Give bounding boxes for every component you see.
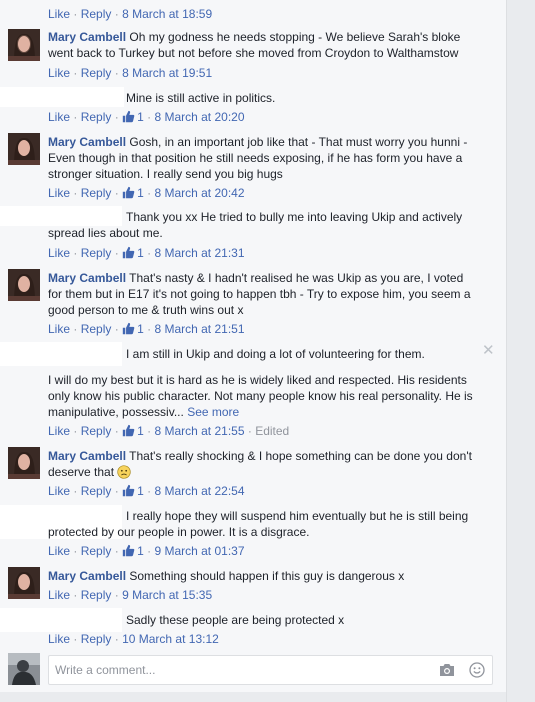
comment-timestamp[interactable]: 8 March at 21:55 — [154, 424, 244, 438]
scrollbar[interactable] — [506, 0, 535, 702]
comment-body: Mary Cambell That's really shocking & I … — [48, 449, 472, 479]
thumbs-up-icon — [122, 424, 135, 437]
like-link[interactable]: Like — [48, 632, 70, 646]
comment-body: Mary Cambell Something should happen if … — [48, 569, 405, 583]
thumbs-up-icon — [122, 544, 135, 557]
redacted-author — [0, 206, 122, 226]
like-count[interactable]: 1 — [122, 424, 144, 438]
comment-body: Sadly these people are being protected x — [126, 613, 345, 627]
comments-panel: Like · Reply · 8 March at 18:59 Mary Cam… — [0, 0, 506, 702]
comment-composer — [48, 655, 493, 685]
avatar[interactable] — [8, 133, 40, 165]
reply-link[interactable]: Reply — [81, 544, 112, 558]
like-link[interactable]: Like — [48, 110, 70, 124]
comment-actions: Like · Reply · 1 · 8 March at 22:54 — [48, 484, 245, 498]
comment-timestamp[interactable]: 8 March at 18:59 — [122, 7, 212, 21]
comment-actions: Like · Reply · 8 March at 18:59 — [48, 7, 213, 21]
comment-actions: Like · Reply · 9 March at 15:35 — [48, 588, 213, 602]
comment-actions: Like · Reply · 1 · 9 March at 01:37 — [48, 544, 245, 558]
comment-input[interactable] — [55, 656, 425, 684]
comment-body: I am still in Ukip and doing a lot of vo… — [126, 347, 425, 361]
panel-bottom-edge — [0, 692, 506, 702]
comment-body: Mary Cambell Oh my godness he needs stop… — [48, 30, 461, 60]
like-count[interactable]: 1 — [122, 246, 144, 260]
redacted-author — [0, 608, 122, 632]
reply-link[interactable]: Reply — [81, 246, 112, 260]
reply-link[interactable]: Reply — [81, 322, 112, 336]
comment-body: Mary Cambell That's nasty & I hadn't rea… — [48, 271, 471, 317]
like-link[interactable]: Like — [48, 544, 70, 558]
comment-author[interactable]: Mary Cambell — [48, 271, 126, 285]
comment-author[interactable]: Mary Cambell — [48, 569, 126, 583]
like-link[interactable]: Like — [48, 322, 70, 336]
comment-actions: Like · Reply · 1 · 8 March at 20:20 — [48, 110, 245, 124]
comment-timestamp[interactable]: 8 March at 20:42 — [154, 186, 244, 200]
comment-body: Mary Cambell Gosh, in an important job l… — [48, 135, 468, 181]
reply-link[interactable]: Reply — [81, 632, 112, 646]
comment-actions: Like · Reply · 1 · 8 March at 20:42 — [48, 186, 245, 200]
like-count[interactable]: 1 — [122, 484, 144, 498]
like-count[interactable]: 1 — [122, 544, 144, 558]
comment-actions: Like · Reply · 10 March at 13:12 — [48, 632, 219, 646]
reply-link[interactable]: Reply — [81, 484, 112, 498]
redacted-author — [0, 87, 124, 107]
like-count[interactable]: 1 — [122, 186, 144, 200]
like-link[interactable]: Like — [48, 66, 70, 80]
comment-author[interactable]: Mary Cambell — [48, 30, 126, 44]
avatar[interactable] — [8, 29, 40, 61]
comment-timestamp[interactable]: 8 March at 21:31 — [154, 246, 244, 260]
emoji-icon[interactable] — [469, 662, 485, 678]
comment-actions: Like · Reply · 1 · 8 March at 21:55 · Ed… — [48, 424, 290, 438]
reply-link[interactable]: Reply — [81, 424, 112, 438]
like-count[interactable]: 1 — [122, 110, 144, 124]
like-link[interactable]: Like — [48, 588, 70, 602]
reply-link[interactable]: Reply — [81, 588, 112, 602]
comment-timestamp[interactable]: 9 March at 15:35 — [122, 588, 212, 602]
comment-actions: Like · Reply · 1 · 8 March at 21:51 — [48, 322, 245, 336]
current-user-avatar[interactable] — [8, 653, 40, 685]
avatar[interactable] — [8, 269, 40, 301]
comment-author[interactable]: Mary Cambell — [48, 135, 126, 149]
comment-body: I really hope they will suspend him even… — [126, 509, 469, 523]
like-link[interactable]: Like — [48, 484, 70, 498]
comment-author[interactable]: Mary Cambell — [48, 449, 126, 463]
comment-body: Thank you xx He tried to bully me into l… — [126, 210, 463, 224]
reply-link[interactable]: Reply — [81, 186, 112, 200]
reply-link[interactable]: Reply — [81, 66, 112, 80]
like-link[interactable]: Like — [48, 424, 70, 438]
like-count[interactable]: 1 — [122, 322, 144, 336]
comment-actions: Like · Reply · 8 March at 19:51 — [48, 66, 213, 80]
comment-body-continued: protected by our people in power. It is … — [48, 525, 310, 539]
avatar[interactable] — [8, 567, 40, 599]
comment-timestamp[interactable]: 10 March at 13:12 — [122, 632, 219, 646]
thumbs-up-icon — [122, 186, 135, 199]
comment-timestamp[interactable]: 8 March at 21:51 — [154, 322, 244, 336]
redacted-author — [0, 342, 122, 366]
thumbs-up-icon — [122, 246, 135, 259]
close-icon[interactable]: ✕ — [482, 343, 495, 358]
like-link[interactable]: Like — [48, 7, 70, 21]
comment-timestamp[interactable]: 8 March at 22:54 — [154, 484, 244, 498]
thumbs-up-icon — [122, 110, 135, 123]
comment-actions: Like · Reply · 1 · 8 March at 21:31 — [48, 246, 245, 260]
thumbs-up-icon — [122, 322, 135, 335]
comment-timestamp[interactable]: 9 March at 01:37 — [154, 544, 244, 558]
thumbs-up-icon — [122, 484, 135, 497]
edited-label[interactable]: Edited — [255, 424, 289, 438]
comment-body-continued: spread lies about me. — [48, 226, 163, 240]
like-link[interactable]: Like — [48, 246, 70, 260]
like-link[interactable]: Like — [48, 186, 70, 200]
reply-link[interactable]: Reply — [81, 110, 112, 124]
camera-icon[interactable] — [439, 663, 455, 677]
comment-timestamp[interactable]: 8 March at 19:51 — [122, 66, 212, 80]
comment-body: Mine is still active in politics. — [126, 91, 276, 105]
comment-timestamp[interactable]: 8 March at 20:20 — [154, 110, 244, 124]
comment-body-continued: I will do my best but it is hard as he i… — [48, 373, 473, 419]
avatar[interactable] — [8, 447, 40, 479]
reply-link[interactable]: Reply — [81, 7, 112, 21]
frown-emoji-icon — [117, 465, 132, 479]
see-more-link[interactable]: See more — [187, 405, 239, 419]
